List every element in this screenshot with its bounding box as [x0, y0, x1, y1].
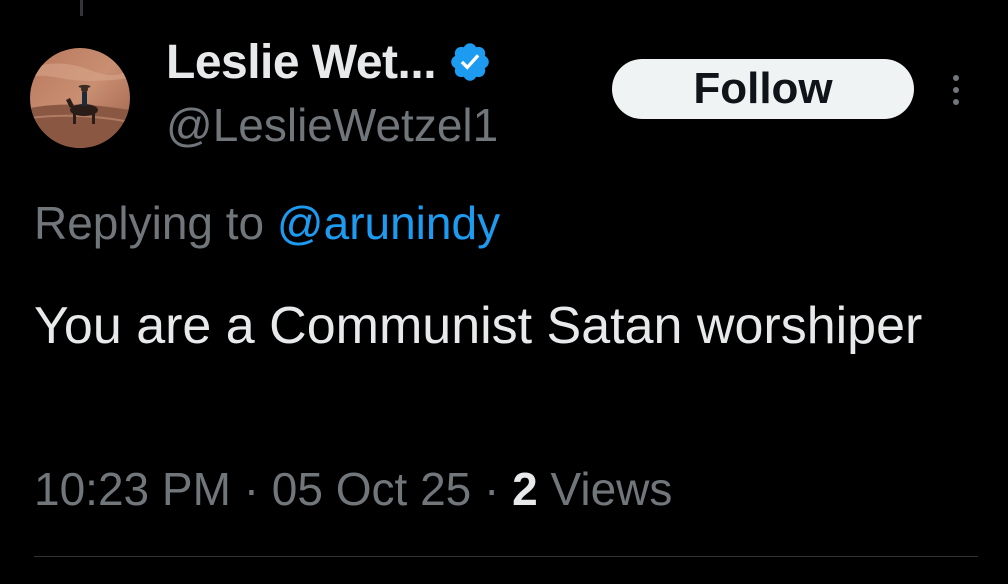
- tweet-time[interactable]: 10:23 PM: [34, 463, 231, 515]
- more-dot: [953, 75, 959, 81]
- views-label[interactable]: Views: [551, 463, 673, 515]
- tweet-text: You are a Communist Satan worshiper: [34, 297, 923, 355]
- author-handle[interactable]: @LeslieWetzel1: [166, 98, 498, 152]
- tweet-date[interactable]: 05 Oct 25: [272, 463, 471, 515]
- replying-to-line: Replying to @arunindy: [34, 196, 500, 250]
- tweet-meta: 10:23 PM · 05 Oct 25 · 2 Views: [34, 462, 672, 516]
- views-count[interactable]: 2: [512, 463, 538, 515]
- thread-line: [80, 0, 83, 16]
- author-display-name[interactable]: Leslie Wet...: [166, 35, 437, 90]
- replying-to-mention-link[interactable]: @arunindy: [277, 197, 500, 249]
- avatar-image: [30, 48, 130, 148]
- more-dot: [953, 99, 959, 105]
- more-dot: [953, 87, 959, 93]
- avatar[interactable]: [30, 48, 130, 148]
- more-vertical-icon[interactable]: [940, 68, 972, 112]
- follow-button[interactable]: Follow: [612, 59, 914, 119]
- verified-badge-icon[interactable]: [448, 40, 492, 84]
- meta-separator: ·: [484, 463, 500, 515]
- divider: [34, 556, 978, 557]
- meta-separator: ·: [243, 463, 260, 515]
- author-name-row: Leslie Wet...: [166, 34, 492, 90]
- replying-to-prefix: Replying to: [34, 197, 277, 249]
